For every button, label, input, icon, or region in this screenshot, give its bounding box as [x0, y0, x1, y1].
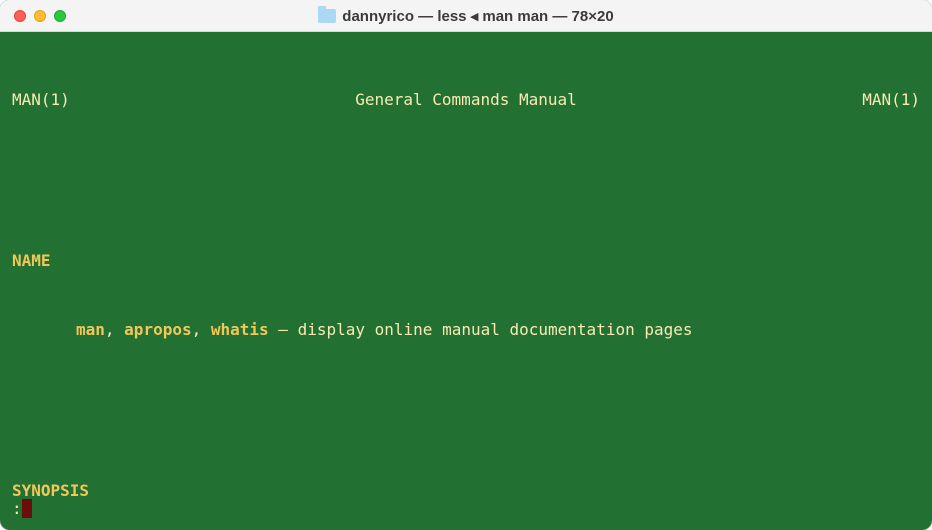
minimize-icon[interactable] [34, 10, 46, 22]
title-text: dannyrico — less ◂ man man — 78×20 [342, 7, 613, 25]
man-header: MAN(1) General Commands Manual MAN(1) [12, 88, 920, 111]
header-right: MAN(1) [862, 88, 920, 111]
prompt-char: : [12, 497, 22, 520]
header-left: MAN(1) [12, 88, 70, 111]
terminal-window: dannyrico — less ◂ man man — 78×20 MAN(1… [0, 0, 932, 530]
folder-icon [318, 9, 336, 23]
name-line: man, apropos, whatis — display online ma… [12, 318, 920, 341]
header-center: General Commands Manual [355, 88, 577, 111]
pager-prompt[interactable]: : [12, 497, 32, 520]
blank [12, 157, 920, 180]
close-icon[interactable] [14, 10, 26, 22]
zoom-icon[interactable] [54, 10, 66, 22]
blank [12, 387, 920, 410]
section-name-heading: NAME [12, 249, 920, 272]
window-title: dannyrico — less ◂ man man — 78×20 [0, 7, 932, 25]
titlebar[interactable]: dannyrico — less ◂ man man — 78×20 [0, 0, 932, 32]
terminal-body[interactable]: MAN(1) General Commands Manual MAN(1) NA… [0, 32, 932, 530]
cursor-icon [22, 499, 32, 518]
section-synopsis-heading: SYNOPSIS [12, 479, 920, 502]
window-controls [0, 10, 66, 22]
